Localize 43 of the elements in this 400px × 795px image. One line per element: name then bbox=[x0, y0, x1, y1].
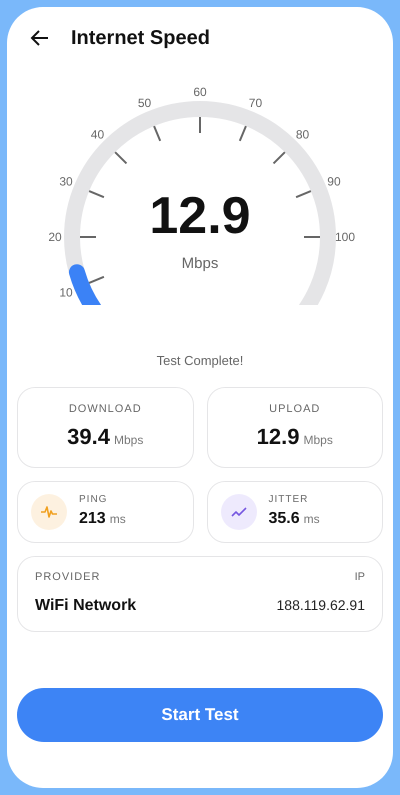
card-label: UPLOAD bbox=[269, 402, 320, 417]
tick-label: 20 bbox=[48, 230, 62, 244]
ip-address: 188.119.62.91 bbox=[276, 596, 365, 616]
card-value: 12.9 bbox=[256, 423, 300, 452]
tick-label: 100 bbox=[334, 230, 356, 244]
tick-label: 10 bbox=[59, 286, 73, 300]
provider-label: PROVIDER bbox=[35, 570, 100, 586]
tick-label: 60 bbox=[193, 85, 207, 99]
metric-label: PING bbox=[79, 493, 108, 507]
metric-label: JITTER bbox=[268, 493, 310, 507]
gauge-tick bbox=[88, 276, 104, 284]
tick-label: 40 bbox=[90, 127, 104, 142]
metric-unit: ms bbox=[304, 511, 320, 528]
ip-label: IP bbox=[354, 570, 365, 586]
provider-name: WiFi Network bbox=[35, 596, 136, 616]
start-test-button[interactable]: Start Test bbox=[17, 688, 383, 742]
tick-label: 50 bbox=[138, 96, 152, 110]
gauge-tick bbox=[153, 126, 162, 142]
card-unit: Mbps bbox=[303, 432, 333, 450]
speed-unit: Mbps bbox=[182, 255, 218, 272]
gauge-tick bbox=[304, 236, 320, 238]
gauge-tick bbox=[80, 236, 96, 238]
trend-icon bbox=[220, 494, 256, 530]
metric-unit: ms bbox=[110, 511, 126, 528]
tick-label: 70 bbox=[248, 96, 262, 110]
tick-label: 90 bbox=[327, 174, 341, 188]
card-label: DOWNLOAD bbox=[68, 402, 142, 417]
gauge-tick bbox=[114, 151, 128, 164]
gauge-tick bbox=[272, 151, 286, 164]
page-title: Internet Speed bbox=[71, 26, 210, 51]
gauge-tick bbox=[199, 117, 201, 133]
metric-value: 35.6 bbox=[268, 509, 300, 529]
card-unit: Mbps bbox=[114, 432, 144, 450]
gauge-tick bbox=[238, 126, 247, 142]
gauge-tick bbox=[296, 190, 312, 198]
tick-label: 30 bbox=[59, 174, 73, 188]
metric-value: 213 bbox=[79, 509, 106, 529]
pulse-icon bbox=[31, 494, 67, 530]
status-text: Test Complete! bbox=[156, 352, 244, 370]
speed-value: 12.9 bbox=[149, 187, 251, 245]
tick-label: 80 bbox=[296, 127, 310, 142]
card-value: 39.4 bbox=[67, 423, 110, 452]
gauge-tick bbox=[88, 190, 104, 198]
